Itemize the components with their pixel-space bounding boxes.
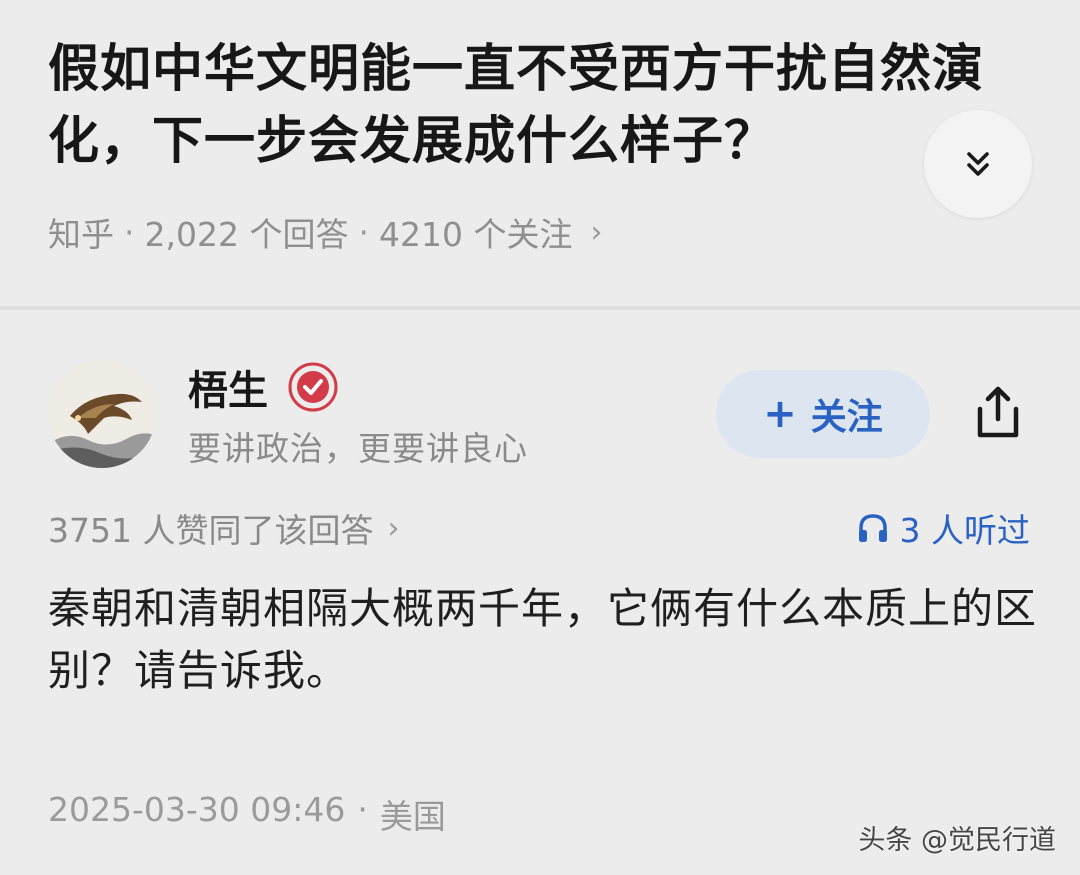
- followers-count: 4210 个关注: [378, 215, 573, 254]
- upvotes-summary[interactable]: 3751 人赞同了该回答 ›: [48, 504, 399, 552]
- meta-separator: ·: [358, 212, 369, 252]
- share-button[interactable]: [962, 376, 1034, 448]
- author-name[interactable]: 梧生: [188, 358, 268, 416]
- follow-label: 关注: [810, 397, 883, 438]
- collapse-button[interactable]: [924, 110, 1032, 218]
- eagle-avatar-icon: [48, 360, 156, 468]
- share-icon: [977, 386, 1019, 438]
- follow-button[interactable]: + 关注: [716, 370, 930, 458]
- watermark: 头条 @觉民行道: [858, 825, 1056, 856]
- section-divider: [0, 306, 1080, 310]
- meta-separator: ·: [124, 212, 135, 252]
- upvotes-label: 3751 人赞同了该回答: [48, 511, 374, 550]
- question-title[interactable]: 假如中华文明能一直不受西方干扰自然演化，下一步会发展成什么样子？: [48, 34, 1028, 178]
- answer-location: 美国: [379, 797, 446, 836]
- meta-separator: ·: [357, 790, 368, 829]
- answer-datetime: 2025-03-30 09:46: [48, 790, 346, 829]
- answer-content[interactable]: 秦朝和清朝相隔大概两千年，它俩有什么本质上的区别？请告诉我。: [48, 578, 1038, 702]
- author-name-row[interactable]: 梧生: [188, 358, 338, 416]
- chevron-right-icon: ›: [590, 214, 603, 250]
- question-meta[interactable]: 知乎 · 2,022 个回答 · 4210 个关注 ›: [48, 208, 602, 256]
- verified-badge-icon: [288, 362, 338, 412]
- listeners-indicator[interactable]: 3 人听过: [856, 504, 1031, 552]
- chevron-right-icon: ›: [387, 510, 400, 546]
- chevron-double-down-icon: [967, 152, 989, 176]
- avatar[interactable]: [48, 360, 156, 468]
- plus-icon: +: [763, 391, 797, 437]
- author-bio: 要讲政治，更要讲良心: [188, 429, 528, 468]
- headphones-icon: [858, 514, 887, 542]
- answers-count: 2,022 个回答: [144, 215, 349, 254]
- answer-footer-meta: 2025-03-30 09:46 · 美国: [48, 790, 446, 838]
- listeners-label: 3 人听过: [899, 511, 1031, 550]
- source-label: 知乎: [48, 215, 114, 254]
